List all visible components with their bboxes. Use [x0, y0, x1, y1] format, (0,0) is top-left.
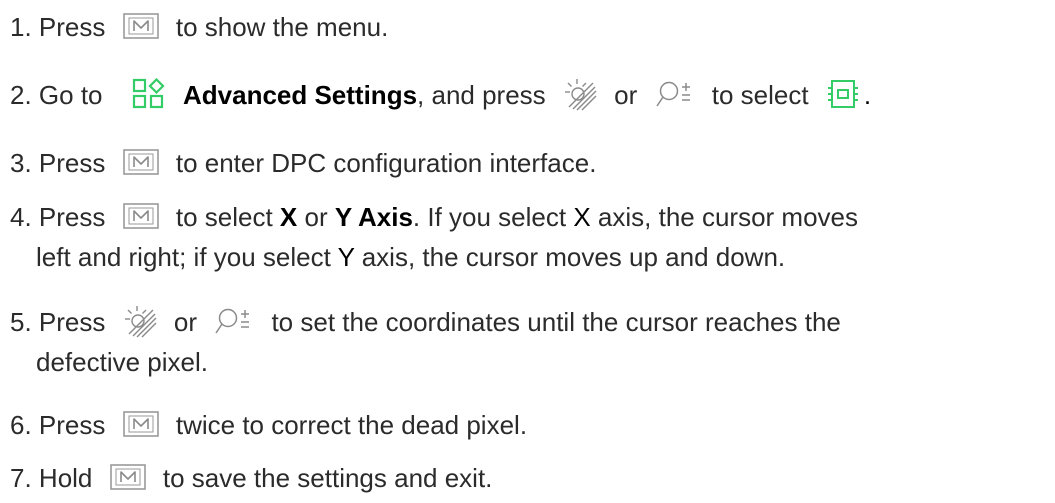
step-text: or	[173, 307, 197, 337]
x-axis-label: X	[573, 202, 591, 232]
step-text: , and press	[417, 80, 546, 110]
y-axis-label: Y Axis	[334, 202, 413, 232]
m-key-icon	[109, 464, 146, 490]
step-text: or	[614, 80, 638, 110]
advanced-settings-label: Advanced Settings	[182, 80, 418, 110]
step-6: 6. Press twice to correct the dead pixel…	[10, 405, 1050, 445]
step-number: 6.	[10, 410, 32, 440]
step-text: twice to correct the dead pixel.	[175, 410, 528, 440]
zoom-icon	[214, 306, 254, 336]
dpc-icon	[826, 78, 860, 110]
step-number: 7.	[10, 463, 32, 493]
step-text: Go to	[38, 80, 103, 110]
step-text: to select	[175, 202, 273, 232]
step-text: or	[304, 202, 328, 232]
step-number: 3.	[10, 148, 32, 178]
step-continuation: defective pixel.	[10, 342, 1050, 382]
y-axis-label: Y	[337, 242, 355, 272]
step-text: Press	[38, 307, 106, 337]
step-continuation: left and right; if you select Y axis, th…	[10, 237, 1050, 277]
step-text: to select	[711, 80, 809, 110]
step-5: 5. Press or to set the coordinates until…	[10, 302, 1050, 382]
step-text: defective pixel.	[36, 347, 208, 377]
step-text: . If you select	[412, 202, 567, 232]
step-7: 7. Hold to save the settings and exit.	[10, 458, 1050, 498]
m-key-icon	[122, 203, 159, 229]
brightness-icon	[123, 304, 157, 338]
step-3: 3. Press to enter DPC configuration inte…	[10, 143, 1050, 183]
step-1: 1. Press to show the menu.	[10, 7, 1050, 47]
step-text: to set the coordinates until the cursor …	[271, 307, 841, 337]
step-2: 2. Go to Advanced Settings, and press or…	[10, 75, 1050, 115]
step-text: axis, the cursor moves up and down.	[361, 242, 786, 272]
step-4: 4. Press to select X or Y Axis. If you s…	[10, 197, 1050, 277]
step-text: Press	[38, 202, 106, 232]
step-text: Press	[38, 410, 106, 440]
step-text: axis, the cursor moves	[597, 202, 859, 232]
zoom-icon	[655, 79, 695, 109]
step-number: 4.	[10, 202, 32, 232]
x-axis-label: X	[279, 202, 298, 232]
step-text: left and right; if you select	[36, 242, 331, 272]
m-key-icon	[122, 13, 159, 39]
step-number: 5.	[10, 307, 32, 337]
step-text: .	[863, 80, 872, 110]
step-text: to show the menu.	[175, 12, 389, 42]
step-text: to enter DPC configuration interface.	[175, 148, 597, 178]
brightness-icon	[563, 77, 597, 111]
m-key-icon	[122, 149, 159, 175]
step-text: Hold	[38, 463, 93, 493]
step-number: 1.	[10, 12, 32, 42]
m-key-icon	[122, 411, 159, 437]
step-text: Press	[38, 12, 106, 42]
step-text: Press	[38, 148, 106, 178]
advanced-settings-icon	[132, 78, 166, 110]
step-text: to save the settings and exit.	[162, 463, 493, 493]
step-number: 2.	[10, 80, 32, 110]
